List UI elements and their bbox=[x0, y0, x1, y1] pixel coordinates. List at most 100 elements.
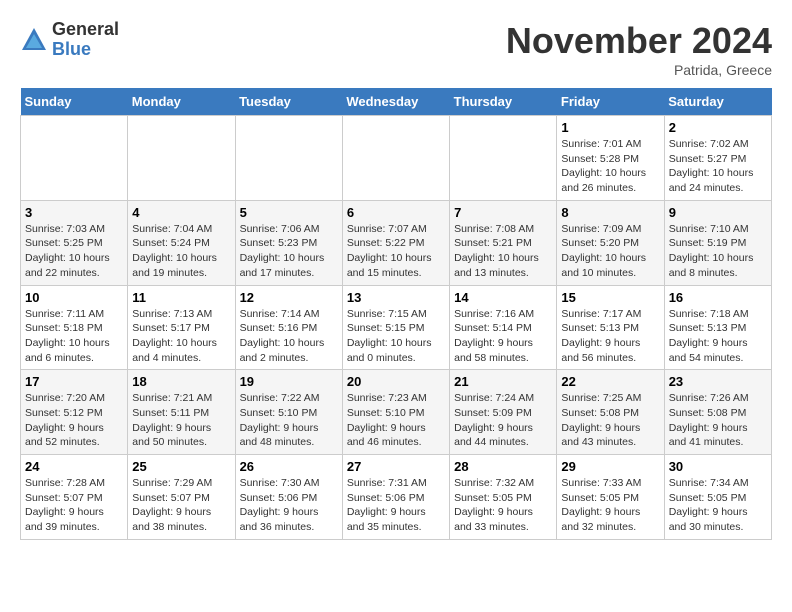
table-row: 5 Sunrise: 7:06 AMSunset: 5:23 PMDaylight… bbox=[235, 200, 342, 285]
day-number: 19 bbox=[240, 374, 338, 389]
table-row: 9Sunrise: 7:10 AMSunset: 5:19 PMDaylight… bbox=[664, 200, 771, 285]
day-number: 2 bbox=[669, 120, 767, 135]
table-row: 19 Sunrise: 7:22 AMSunset: 5:10 PMDayligh… bbox=[235, 370, 342, 455]
table-row: 27 Sunrise: 7:31 AMSunset: 5:06 PMDayligh… bbox=[342, 455, 449, 540]
day-info: Sunrise: 7:11 AMSunset: 5:18 PMDaylight:… bbox=[25, 307, 123, 366]
day-info: Sunrise: 7:31 AMSunset: 5:06 PMDaylight:… bbox=[347, 476, 445, 535]
logo-icon bbox=[20, 26, 48, 54]
table-row: 22 Sunrise: 7:25 AMSunset: 5:08 PMDayligh… bbox=[557, 370, 664, 455]
day-number: 7 bbox=[454, 205, 552, 220]
day-number: 30 bbox=[669, 459, 767, 474]
day-number: 17 bbox=[25, 374, 123, 389]
day-number: 5 bbox=[240, 205, 338, 220]
table-row: 12 Sunrise: 7:14 AMSunset: 5:16 PMDayligh… bbox=[235, 285, 342, 370]
day-info: Sunrise: 7:33 AMSunset: 5:05 PMDaylight:… bbox=[561, 476, 659, 535]
day-number: 6 bbox=[347, 205, 445, 220]
table-row: 21 Sunrise: 7:24 AMSunset: 5:09 PMDayligh… bbox=[450, 370, 557, 455]
day-info: Sunrise: 7:34 AMSunset: 5:05 PMDaylight:… bbox=[669, 476, 767, 535]
title-area: November 2024 Patrida, Greece bbox=[506, 20, 772, 78]
day-number: 15 bbox=[561, 290, 659, 305]
day-number: 29 bbox=[561, 459, 659, 474]
table-row: 3Sunrise: 7:03 AMSunset: 5:25 PMDaylight… bbox=[21, 200, 128, 285]
day-number: 13 bbox=[347, 290, 445, 305]
day-number: 4 bbox=[132, 205, 230, 220]
day-number: 28 bbox=[454, 459, 552, 474]
table-row: 26Sunrise: 7:30 AMSunset: 5:06 PMDayligh… bbox=[235, 455, 342, 540]
table-row: 29 Sunrise: 7:33 AMSunset: 5:05 PMDayligh… bbox=[557, 455, 664, 540]
day-info: Sunrise: 7:13 AMSunset: 5:17 PMDaylight:… bbox=[132, 307, 230, 366]
day-info: Sunrise: 7:06 AMSunset: 5:23 PMDaylight:… bbox=[240, 222, 338, 281]
table-row: 23Sunrise: 7:26 AMSunset: 5:08 PMDayligh… bbox=[664, 370, 771, 455]
day-info: Sunrise: 7:15 AMSunset: 5:15 PMDaylight:… bbox=[347, 307, 445, 366]
table-row: 6 Sunrise: 7:07 AMSunset: 5:22 PMDaylight… bbox=[342, 200, 449, 285]
table-row: 24 Sunrise: 7:28 AMSunset: 5:07 PMDayligh… bbox=[21, 455, 128, 540]
day-number: 16 bbox=[669, 290, 767, 305]
day-info: Sunrise: 7:14 AMSunset: 5:16 PMDaylight:… bbox=[240, 307, 338, 366]
day-number: 27 bbox=[347, 459, 445, 474]
day-info: Sunrise: 7:29 AMSunset: 5:07 PMDaylight:… bbox=[132, 476, 230, 535]
day-info: Sunrise: 7:21 AMSunset: 5:11 PMDaylight:… bbox=[132, 391, 230, 450]
table-row: 15 Sunrise: 7:17 AMSunset: 5:13 PMDayligh… bbox=[557, 285, 664, 370]
day-info: Sunrise: 7:01 AMSunset: 5:28 PMDaylight:… bbox=[561, 137, 659, 196]
table-row: 17 Sunrise: 7:20 AMSunset: 5:12 PMDayligh… bbox=[21, 370, 128, 455]
day-number: 8 bbox=[561, 205, 659, 220]
table-row bbox=[235, 116, 342, 201]
table-row bbox=[21, 116, 128, 201]
calendar-body: 1Sunrise: 7:01 AMSunset: 5:28 PMDaylight… bbox=[21, 116, 772, 540]
day-number: 21 bbox=[454, 374, 552, 389]
table-row: 1Sunrise: 7:01 AMSunset: 5:28 PMDaylight… bbox=[557, 116, 664, 201]
table-row: 25 Sunrise: 7:29 AMSunset: 5:07 PMDayligh… bbox=[128, 455, 235, 540]
day-info: Sunrise: 7:09 AMSunset: 5:20 PMDaylight:… bbox=[561, 222, 659, 281]
day-info: Sunrise: 7:02 AMSunset: 5:27 PMDaylight:… bbox=[669, 137, 767, 196]
day-number: 24 bbox=[25, 459, 123, 474]
table-row: 18 Sunrise: 7:21 AMSunset: 5:11 PMDayligh… bbox=[128, 370, 235, 455]
table-row: 14 Sunrise: 7:16 AMSunset: 5:14 PMDayligh… bbox=[450, 285, 557, 370]
table-row: 7Sunrise: 7:08 AMSunset: 5:21 PMDaylight… bbox=[450, 200, 557, 285]
table-row: 2 Sunrise: 7:02 AMSunset: 5:27 PMDaylight… bbox=[664, 116, 771, 201]
header-wednesday: Wednesday bbox=[342, 88, 449, 116]
header-sunday: Sunday bbox=[21, 88, 128, 116]
calendar-table: Sunday Monday Tuesday Wednesday Thursday… bbox=[20, 88, 772, 540]
day-info: Sunrise: 7:24 AMSunset: 5:09 PMDaylight:… bbox=[454, 391, 552, 450]
day-number: 20 bbox=[347, 374, 445, 389]
header-monday: Monday bbox=[128, 88, 235, 116]
day-number: 25 bbox=[132, 459, 230, 474]
day-info: Sunrise: 7:32 AMSunset: 5:05 PMDaylight:… bbox=[454, 476, 552, 535]
table-row: 10 Sunrise: 7:11 AMSunset: 5:18 PMDayligh… bbox=[21, 285, 128, 370]
day-info: Sunrise: 7:07 AMSunset: 5:22 PMDaylight:… bbox=[347, 222, 445, 281]
day-info: Sunrise: 7:16 AMSunset: 5:14 PMDaylight:… bbox=[454, 307, 552, 366]
day-info: Sunrise: 7:03 AMSunset: 5:25 PMDaylight:… bbox=[25, 222, 123, 281]
day-number: 9 bbox=[669, 205, 767, 220]
day-info: Sunrise: 7:23 AMSunset: 5:10 PMDaylight:… bbox=[347, 391, 445, 450]
day-number: 11 bbox=[132, 290, 230, 305]
day-number: 14 bbox=[454, 290, 552, 305]
day-number: 26 bbox=[240, 459, 338, 474]
day-number: 12 bbox=[240, 290, 338, 305]
day-number: 23 bbox=[669, 374, 767, 389]
table-row bbox=[128, 116, 235, 201]
day-number: 18 bbox=[132, 374, 230, 389]
table-row: 20 Sunrise: 7:23 AMSunset: 5:10 PMDayligh… bbox=[342, 370, 449, 455]
day-info: Sunrise: 7:20 AMSunset: 5:12 PMDaylight:… bbox=[25, 391, 123, 450]
day-info: Sunrise: 7:04 AMSunset: 5:24 PMDaylight:… bbox=[132, 222, 230, 281]
logo-general: General bbox=[52, 20, 119, 40]
header-tuesday: Tuesday bbox=[235, 88, 342, 116]
day-number: 22 bbox=[561, 374, 659, 389]
table-row: 4 Sunrise: 7:04 AMSunset: 5:24 PMDaylight… bbox=[128, 200, 235, 285]
day-info: Sunrise: 7:25 AMSunset: 5:08 PMDaylight:… bbox=[561, 391, 659, 450]
table-row: 30 Sunrise: 7:34 AMSunset: 5:05 PMDayligh… bbox=[664, 455, 771, 540]
table-row: 28 Sunrise: 7:32 AMSunset: 5:05 PMDayligh… bbox=[450, 455, 557, 540]
day-number: 10 bbox=[25, 290, 123, 305]
logo-blue: Blue bbox=[52, 40, 119, 60]
day-info: Sunrise: 7:17 AMSunset: 5:13 PMDaylight:… bbox=[561, 307, 659, 366]
table-row: 13 Sunrise: 7:15 AMSunset: 5:15 PMDayligh… bbox=[342, 285, 449, 370]
table-row: 16Sunrise: 7:18 AMSunset: 5:13 PMDayligh… bbox=[664, 285, 771, 370]
header-saturday: Saturday bbox=[664, 88, 771, 116]
month-title: November 2024 bbox=[506, 20, 772, 62]
day-info: Sunrise: 7:28 AMSunset: 5:07 PMDaylight:… bbox=[25, 476, 123, 535]
day-info: Sunrise: 7:22 AMSunset: 5:10 PMDaylight:… bbox=[240, 391, 338, 450]
logo: General Blue bbox=[20, 20, 119, 60]
header-friday: Friday bbox=[557, 88, 664, 116]
header-thursday: Thursday bbox=[450, 88, 557, 116]
calendar-header: Sunday Monday Tuesday Wednesday Thursday… bbox=[21, 88, 772, 116]
